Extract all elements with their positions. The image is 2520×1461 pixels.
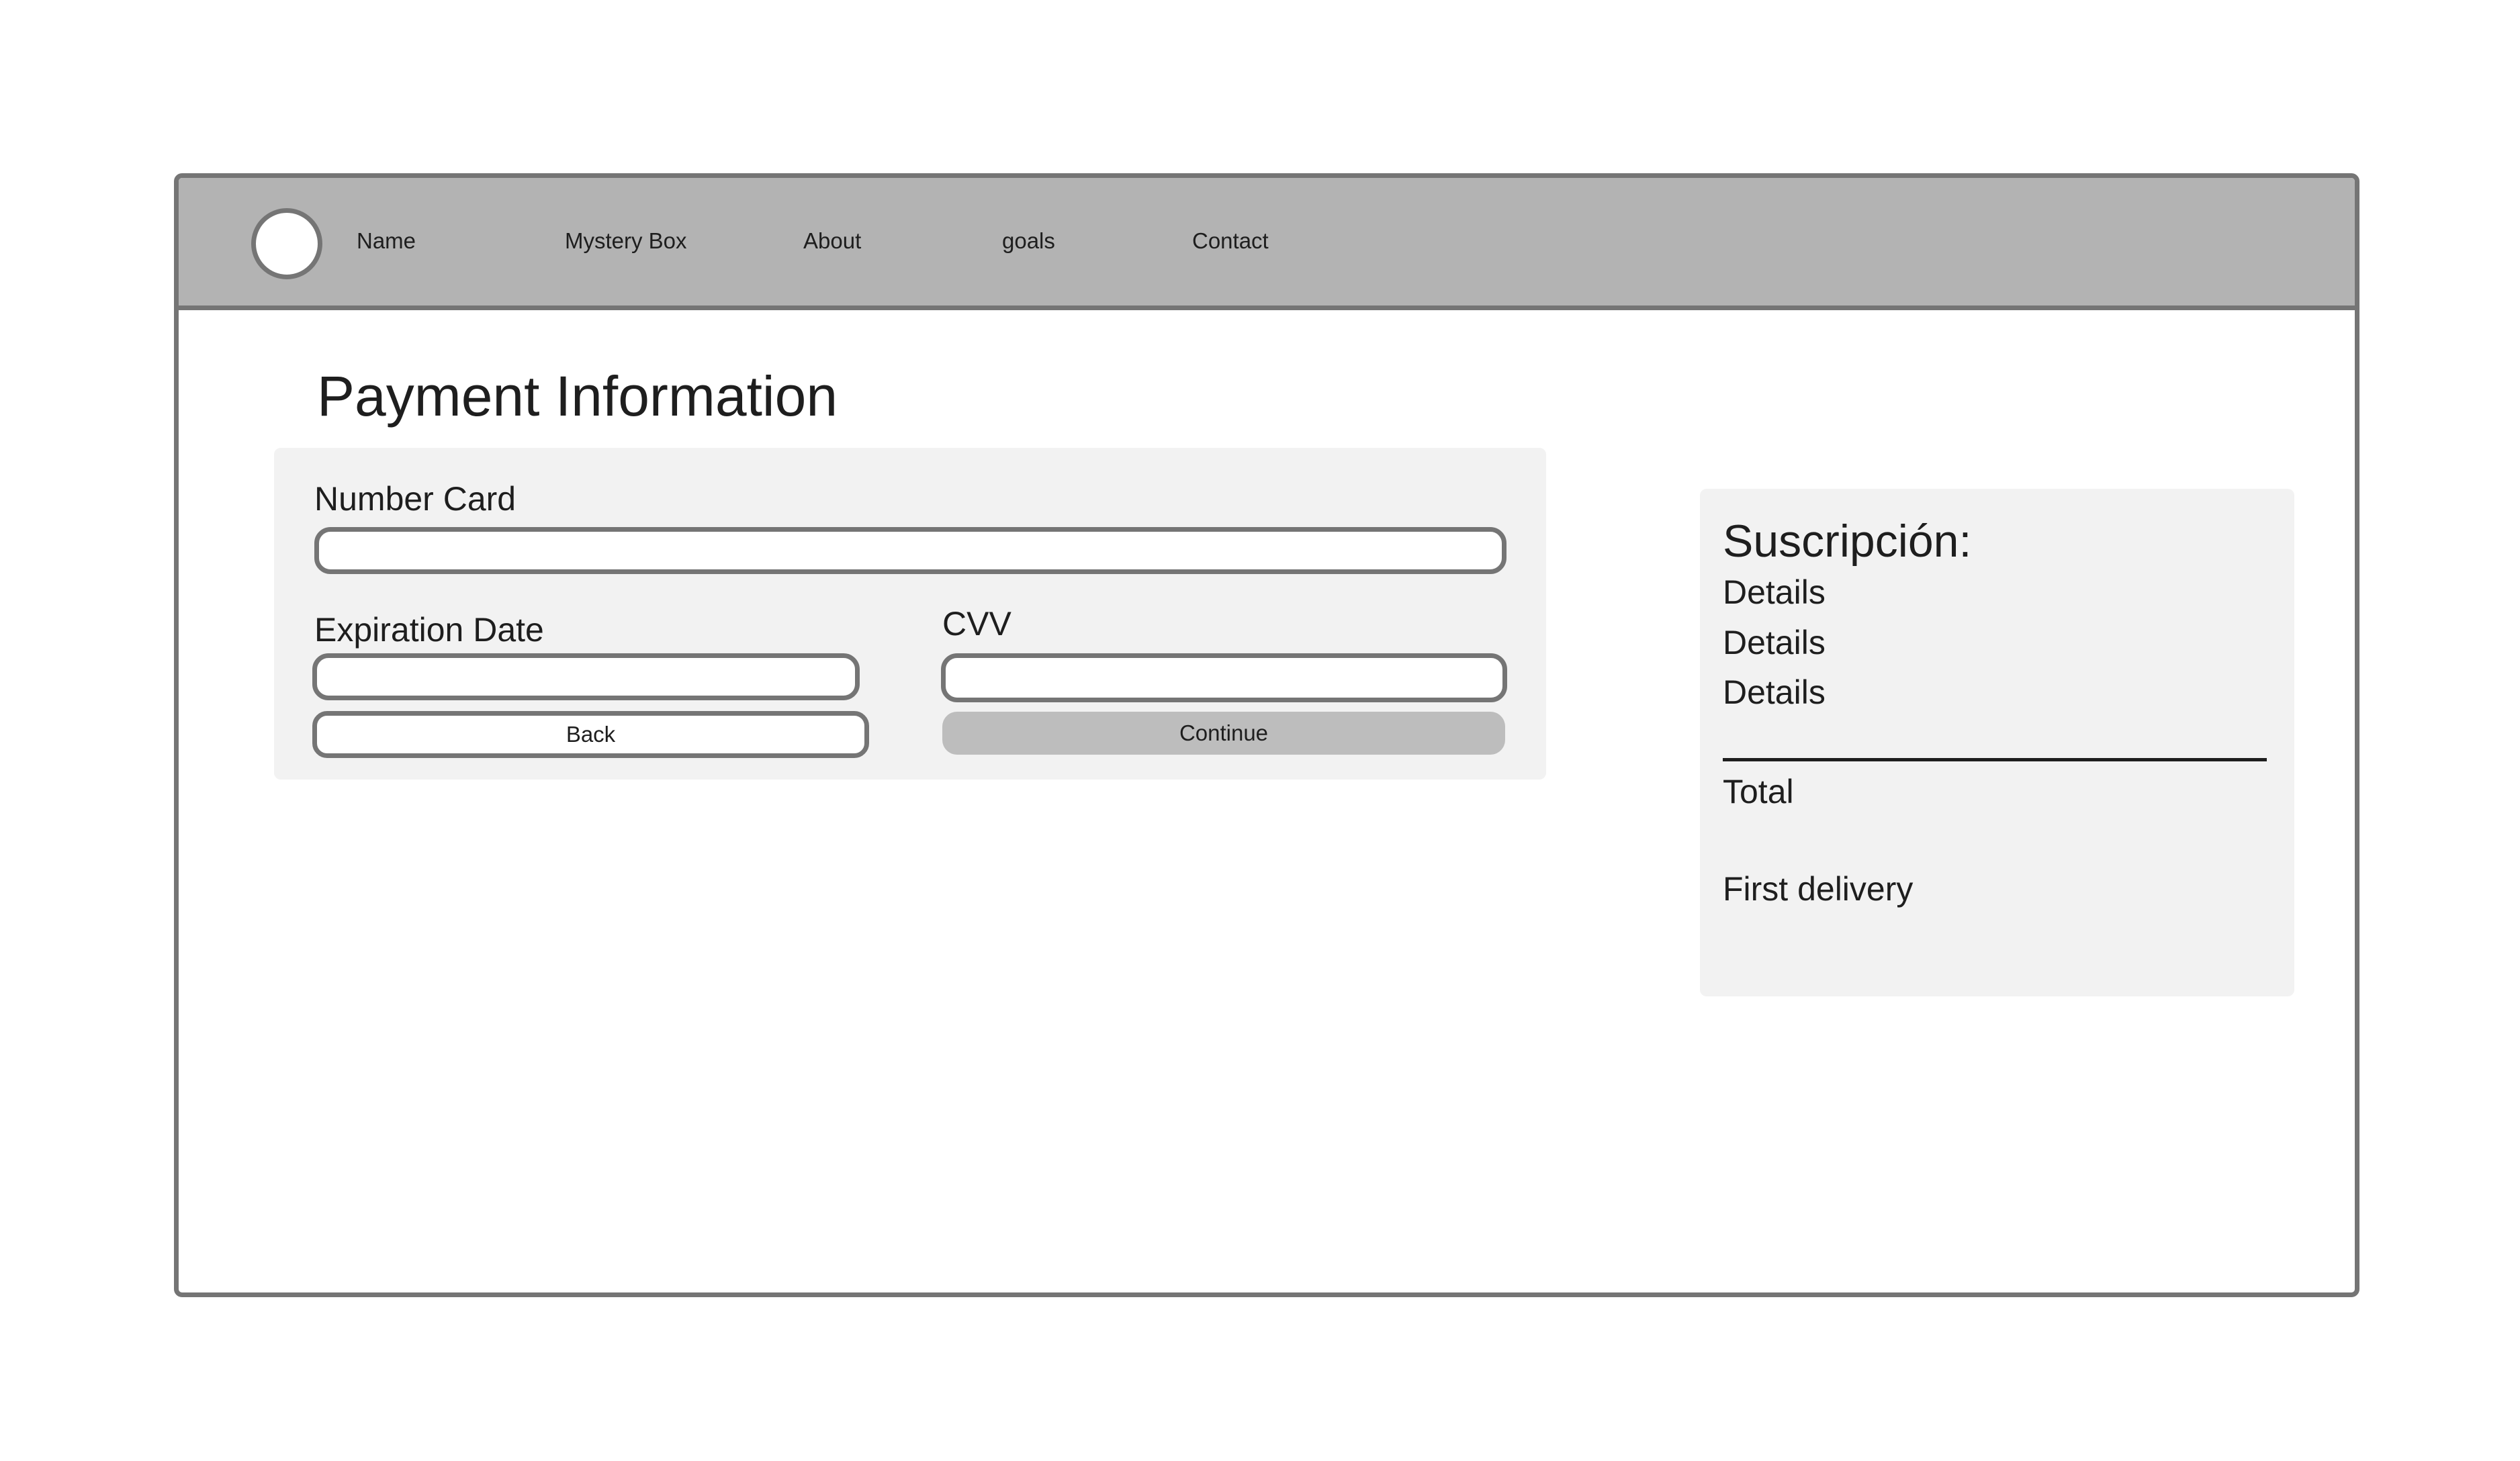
summary-detail: Details	[1723, 624, 1826, 661]
expiration-date-label: Expiration Date	[314, 611, 544, 649]
summary-title: Suscripción:	[1723, 516, 1972, 567]
summary-detail: Details	[1723, 673, 1826, 711]
nav-item-contact[interactable]: Contact	[1192, 228, 1269, 254]
nav-item-mystery-box[interactable]: Mystery Box	[565, 228, 687, 254]
expiration-date-input[interactable]	[312, 653, 860, 700]
nav-item-name[interactable]: Name	[357, 228, 416, 254]
logo-circle-icon[interactable]	[251, 208, 322, 279]
cvv-label: CVV	[942, 605, 1011, 643]
nav-item-about[interactable]: About	[803, 228, 861, 254]
continue-button[interactable]: Continue	[942, 712, 1505, 755]
nav-item-goals[interactable]: goals	[1002, 228, 1055, 254]
number-card-input[interactable]	[314, 527, 1506, 574]
number-card-label: Number Card	[314, 480, 516, 518]
page-title: Payment Information	[317, 365, 838, 428]
top-navbar: Name Mystery Box About goals Contact	[179, 178, 2355, 310]
summary-detail: Details	[1723, 573, 1826, 611]
subscription-summary-panel: Suscripción: Details Details Details Tot…	[1700, 489, 2294, 996]
app-window: Name Mystery Box About goals Contact Pay…	[174, 173, 2359, 1297]
back-button[interactable]: Back	[312, 711, 869, 758]
summary-divider	[1723, 758, 2267, 761]
payment-form-panel: Number Card Expiration Date CVV Back Con…	[274, 448, 1546, 780]
cvv-input[interactable]	[941, 653, 1507, 702]
summary-total-label: Total	[1723, 773, 1794, 810]
summary-first-delivery-label: First delivery	[1723, 870, 1914, 908]
